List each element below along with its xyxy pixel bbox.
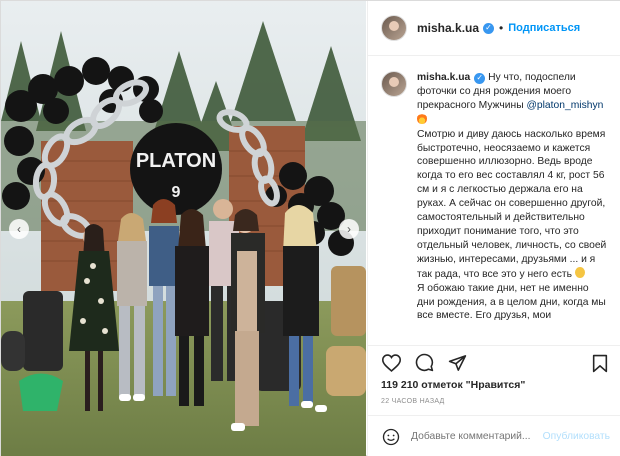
fire-emoji-icon — [417, 112, 427, 124]
avatar[interactable] — [381, 15, 407, 41]
post-side-panel: misha.k.ua ✓ • Подписаться misha.k.ua ✓ Н… — [367, 1, 620, 456]
platon-sign-text: PLATON — [136, 150, 216, 172]
comment-bar: Опубликовать — [368, 415, 620, 456]
comment-icon[interactable] — [414, 353, 434, 373]
avatar[interactable] — [381, 71, 407, 97]
likes-count[interactable]: 119 210 отметок "Нравится" — [381, 379, 525, 391]
chevron-right-icon[interactable]: › — [339, 219, 359, 239]
face-emoji-icon — [574, 266, 585, 278]
verified-badge-icon: ✓ — [474, 72, 486, 84]
caption-line-3: Я обожаю такие дни, нет не именно дни ро… — [417, 282, 609, 322]
comment-input[interactable] — [411, 431, 551, 442]
heart-icon[interactable] — [381, 353, 401, 373]
smiley-icon[interactable] — [381, 427, 401, 447]
caption-username[interactable]: misha.k.ua — [417, 72, 470, 83]
post-header: misha.k.ua ✓ • Подписаться — [368, 1, 620, 56]
separator-dot: • — [499, 21, 504, 35]
platon-sign-number: 9 — [172, 184, 181, 201]
bookmark-icon[interactable] — [590, 353, 610, 373]
caption-mention-link[interactable]: @platon_mishyn — [526, 100, 603, 111]
follow-button[interactable]: Подписаться — [508, 22, 580, 34]
instagram-post-frame: PLATON 9 ‹ › misha.k.ua ✓ • Подписаться … — [0, 0, 620, 456]
share-icon[interactable] — [447, 353, 467, 373]
post-timestamp[interactable]: 22 ЧАСОВ НАЗАД — [381, 398, 445, 405]
chevron-left-icon[interactable]: ‹ — [9, 219, 29, 239]
verified-badge-icon: ✓ — [483, 22, 495, 34]
party-photo-illustration: PLATON 9 — [1, 1, 366, 456]
caption-line-2: Смотрю и диву даюсь насколько время быст… — [417, 128, 610, 280]
post-photo[interactable]: PLATON 9 ‹ › — [1, 1, 366, 456]
caption-text: misha.k.ua ✓ Ну что, подоспели фоточки со… — [417, 71, 607, 345]
action-bar — [368, 345, 620, 379]
publish-comment-button[interactable]: Опубликовать — [543, 431, 610, 442]
header-username[interactable]: misha.k.ua — [417, 21, 479, 35]
caption-area[interactable]: misha.k.ua ✓ Ну что, подоспели фоточки со… — [368, 57, 620, 345]
